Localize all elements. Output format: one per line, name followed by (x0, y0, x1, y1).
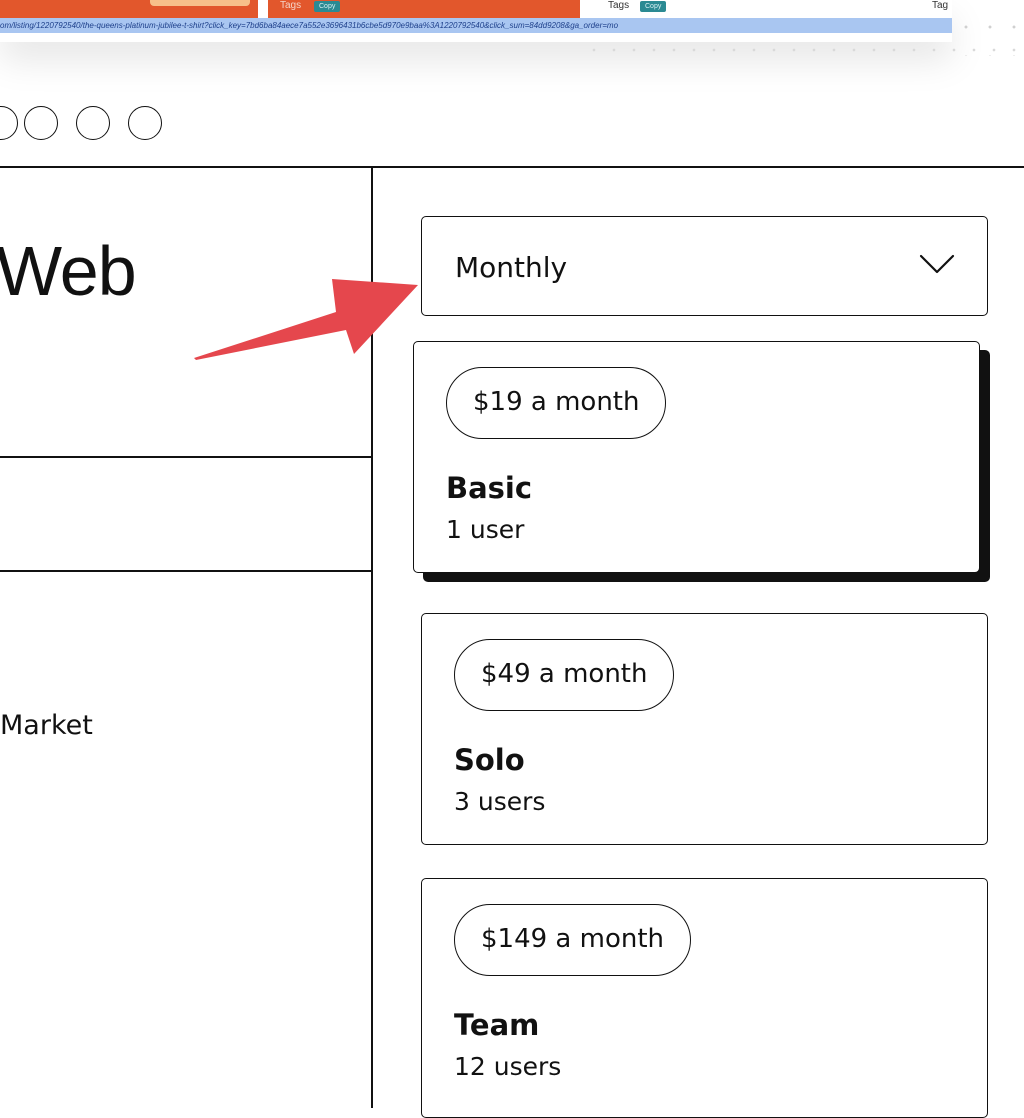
copy-chip: Copy (314, 1, 341, 12)
step-circle-4[interactable] (128, 106, 162, 140)
orange-listing: Tags Copy (268, 0, 580, 18)
step-circle-3[interactable] (76, 106, 110, 140)
orange-banner (0, 0, 258, 18)
coin-badge (150, 0, 250, 6)
dot-pattern-right (954, 12, 1024, 56)
divider-left-2 (0, 570, 372, 572)
billing-period-select[interactable]: Monthly (421, 216, 988, 316)
plan-name: Solo (454, 743, 525, 777)
plan-card-basic[interactable]: $19 a month Basic 1 user (413, 341, 980, 573)
url-tooltip: om/listing/1220792540/the-queens-platinu… (0, 18, 952, 33)
plan-users: 3 users (454, 787, 546, 816)
copy-chip-2: Copy (640, 1, 667, 12)
embedded-screenshot: Tags Copy Tags Copy Tag om/listing/12207… (0, 0, 952, 42)
plan-card-solo[interactable]: $49 a month Solo 3 users (421, 613, 988, 845)
hero-title: Web (0, 232, 137, 310)
tags-label: Tags (280, 0, 302, 11)
divider-top (0, 166, 1024, 168)
plan-card-team[interactable]: $149 a month Team 12 users (421, 878, 988, 1118)
plan-users: 12 users (454, 1052, 562, 1081)
divider-left-1 (0, 456, 372, 458)
red-arrow-annotation (194, 279, 418, 360)
plan-price-badge: $19 a month (446, 367, 667, 439)
market-label: Market (0, 710, 93, 741)
step-circle-2[interactable] (24, 106, 58, 140)
plan-price-badge: $149 a month (454, 904, 692, 976)
tags-label-2: Tags (608, 0, 630, 11)
plan-users: 1 user (446, 515, 525, 544)
plan-name: Team (454, 1008, 540, 1042)
step-circle-1[interactable] (0, 106, 18, 140)
billing-period-value: Monthly (455, 251, 568, 284)
tags-label-3: Tag (932, 0, 949, 11)
plan-price-badge: $49 a month (454, 639, 675, 711)
plan-name: Basic (446, 471, 533, 505)
chevron-down-icon (919, 254, 955, 274)
